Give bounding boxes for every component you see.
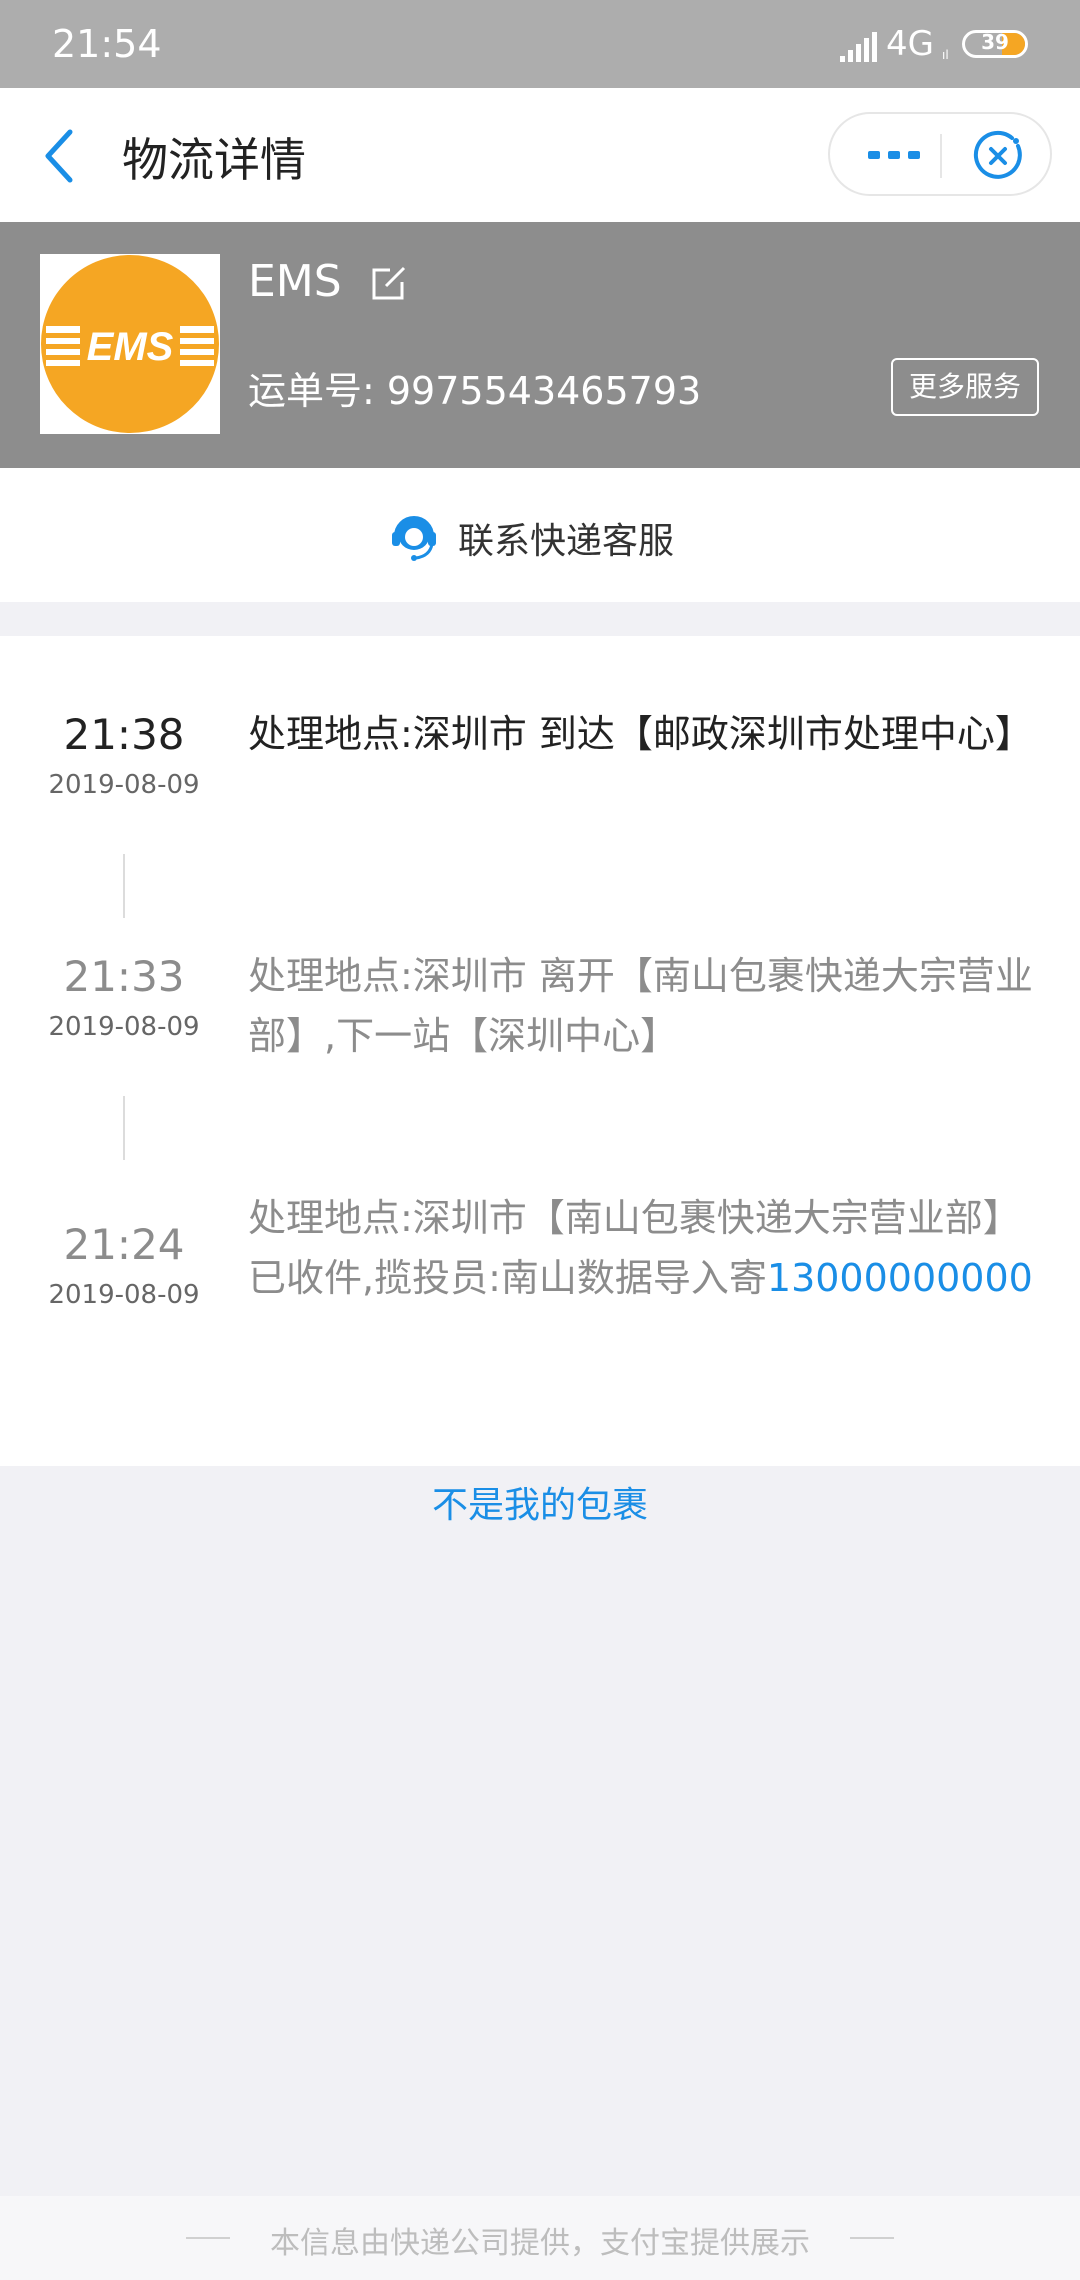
not-my-package-link[interactable]: 不是我的包裹 (0, 1476, 1080, 1528)
nav-bar: 物流详情 (0, 88, 1080, 222)
carrier-header: EMS EMS 运单号: 9975543465793 更多服务 (0, 222, 1080, 468)
capsule-divider (940, 134, 942, 178)
back-icon[interactable] (40, 124, 80, 188)
edit-icon[interactable] (368, 264, 408, 304)
mini-program-capsule (828, 112, 1052, 196)
more-services-button[interactable]: 更多服务 (891, 358, 1039, 416)
tracking-timeline: 21:38 2019-08-09 处理地点:深圳市 到达【邮政深圳市处理中心】 … (0, 636, 1080, 1466)
event-date: 2019-08-09 (48, 1012, 200, 1042)
event-description: 处理地点:深圳市【南山包裹快递大宗营业部】已收件,揽投员:南山数据导入寄1300… (248, 1188, 1040, 1308)
logo-text: EMS (87, 325, 174, 369)
event-time: 21:24 (63, 1220, 185, 1269)
battery-icon: 39 (962, 30, 1028, 58)
footer-text: 本信息由快递公司提供，支付宝提供展示 (270, 2226, 810, 2261)
event-date: 2019-08-09 (48, 1280, 200, 1310)
event-description: 处理地点:深圳市 离开【南山包裹快递大宗营业部】,下一站【深圳中心】 (248, 954, 1033, 1058)
status-bar: 21:54 4G ıl 39 (0, 0, 1080, 88)
network-activity-icon: ıl (942, 48, 949, 62)
timeline-connector (123, 1096, 125, 1160)
close-icon[interactable] (972, 130, 1024, 182)
event-description: 处理地点:深圳市 到达【邮政深圳市处理中心】 (248, 712, 1033, 756)
ems-logo-icon: EMS (41, 255, 219, 433)
page-title: 物流详情 (122, 133, 306, 187)
carrier-logo: EMS (40, 254, 220, 434)
more-icon[interactable] (866, 140, 922, 170)
event-date: 2019-08-09 (48, 770, 200, 800)
event-time: 21:33 (63, 952, 185, 1001)
waybill-number: 运单号: 9975543465793 (248, 369, 702, 413)
carrier-name: EMS (248, 256, 342, 307)
battery-percent: 39 (981, 30, 1009, 54)
timeline-connector (123, 854, 125, 918)
network-type: 4G (886, 24, 934, 64)
courier-phone-link[interactable]: 13000000000 (767, 1256, 1033, 1300)
contact-courier-label: 联系快递客服 (458, 521, 675, 562)
customer-service-icon (392, 516, 436, 561)
signal-icon (840, 32, 877, 62)
contact-courier-button[interactable]: 联系快递客服 (0, 468, 1080, 602)
footer-divider-right (850, 2237, 894, 2239)
status-time: 21:54 (52, 22, 162, 66)
event-time: 21:38 (63, 710, 185, 759)
footer: 本信息由快递公司提供，支付宝提供展示 (0, 2196, 1080, 2280)
